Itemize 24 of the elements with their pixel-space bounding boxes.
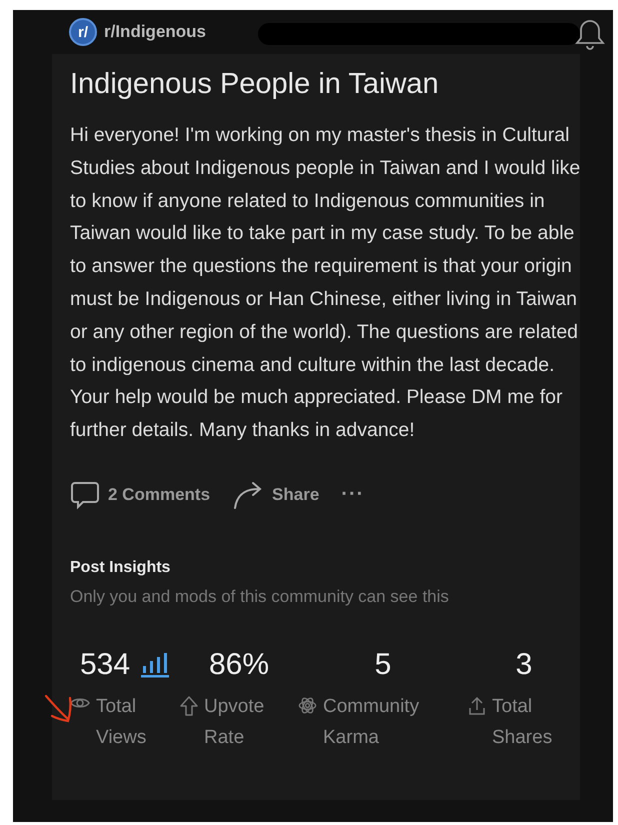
insights-subtitle: Only you and mods of this community can see this: [70, 586, 450, 607]
bell-icon[interactable]: [575, 18, 605, 52]
comment-icon: [70, 480, 100, 510]
flower-icon: [298, 696, 317, 715]
eye-icon: [70, 696, 90, 710]
stat-value: 3: [516, 648, 532, 682]
stat-label: Upvote Rate: [204, 694, 264, 750]
stat-label: Total Views: [96, 694, 146, 750]
stat-label: Total Shares: [492, 694, 552, 750]
stat-value: 534: [80, 648, 130, 682]
more-button[interactable]: ···: [341, 483, 364, 506]
bar-chart-icon[interactable]: [140, 652, 170, 678]
share-button[interactable]: Share: [232, 480, 320, 510]
stat-value: 86%: [208, 648, 270, 682]
share-icon: [468, 696, 486, 716]
stat-label: Community Karma: [323, 694, 420, 750]
stat-value: 5: [374, 648, 392, 682]
up-arrow-icon: [180, 696, 198, 716]
comments-button[interactable]: 2 Comments: [70, 480, 210, 510]
insights-title: Post Insights: [70, 558, 172, 577]
post-title: Indigenous People in Taiwan: [70, 68, 440, 101]
subreddit-name[interactable]: r/Indigenous: [104, 22, 206, 42]
post-body: Hi everyone! I'm working on my master's thesis in Cultural Studies about Indigenous people in Taiwan and I would like to know if anyone related to Indigenous communities in Taiwan would like to take part in my case study. To be able to answer the questions the requirement is that your origin must be Indigenous or Han Chinese, either living in Taiwan or any other region of the world). The questions are related to indigenous cinema and culture within the last decade. Your help would be much appreciated. Please DM me for further details. Many thanks in advance!: [70, 123, 582, 444]
subreddit-avatar[interactable]: r/: [69, 18, 97, 46]
